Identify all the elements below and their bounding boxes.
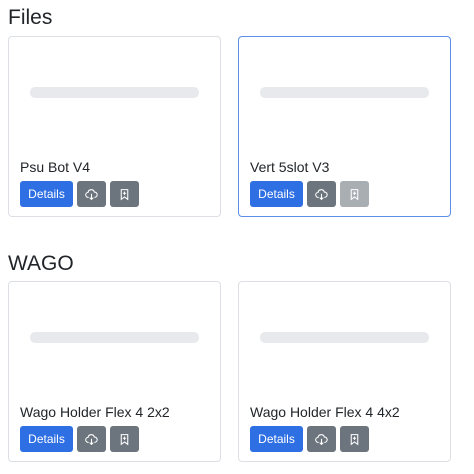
bookmark-button[interactable] bbox=[340, 426, 369, 452]
download-button[interactable] bbox=[77, 426, 106, 452]
bookmark-button[interactable] bbox=[110, 426, 139, 452]
bookmark-button[interactable] bbox=[340, 181, 369, 207]
details-button[interactable]: Details bbox=[250, 181, 303, 207]
card-title: Vert 5slot V3 bbox=[250, 159, 330, 175]
card-title: Wago Holder Flex 4 4x2 bbox=[250, 404, 400, 420]
cloud-download-icon bbox=[85, 188, 98, 200]
image-placeholder bbox=[260, 332, 429, 343]
section-title-wago: WAGO bbox=[8, 252, 74, 275]
cloud-download-icon bbox=[315, 433, 328, 445]
bookmark-button[interactable] bbox=[110, 181, 139, 207]
download-button[interactable] bbox=[77, 181, 106, 207]
cloud-download-icon bbox=[85, 433, 98, 445]
image-placeholder bbox=[260, 87, 429, 98]
section-title-files: Files bbox=[8, 6, 53, 29]
details-button[interactable]: Details bbox=[20, 426, 73, 452]
image-placeholder bbox=[30, 87, 199, 98]
image-placeholder bbox=[30, 332, 199, 343]
bookmark-icon bbox=[350, 188, 359, 200]
file-card: Wago Holder Flex 4 4x2 Details bbox=[238, 281, 451, 462]
card-title: Wago Holder Flex 4 2x2 bbox=[20, 404, 170, 420]
cloud-download-icon bbox=[315, 188, 328, 200]
download-button[interactable] bbox=[307, 426, 336, 452]
details-button[interactable]: Details bbox=[250, 426, 303, 452]
details-button[interactable]: Details bbox=[20, 181, 73, 207]
download-button[interactable] bbox=[307, 181, 336, 207]
file-card-selected: Vert 5slot V3 Details bbox=[238, 36, 451, 217]
file-card: Wago Holder Flex 4 2x2 Details bbox=[8, 281, 221, 462]
bookmark-icon bbox=[120, 188, 129, 200]
bookmark-icon bbox=[120, 433, 129, 445]
card-title: Psu Bot V4 bbox=[20, 159, 91, 175]
bookmark-icon bbox=[350, 433, 359, 445]
file-card: Psu Bot V4 Details bbox=[8, 36, 221, 217]
